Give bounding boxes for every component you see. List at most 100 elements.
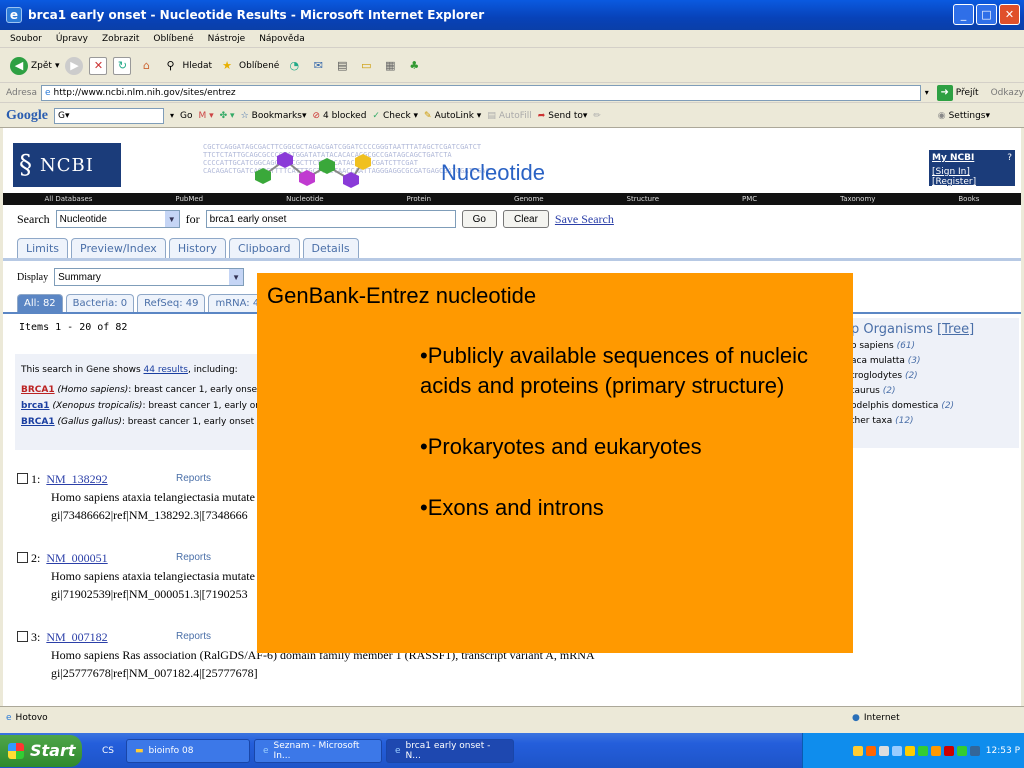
refresh-icon[interactable]: ↻ <box>113 56 132 75</box>
sendto-button[interactable]: ➦ Send to▾ <box>538 111 588 121</box>
clear-button[interactable]: Clear <box>503 210 549 228</box>
history-icon[interactable]: ◔ <box>285 57 303 75</box>
nav-all-databases[interactable]: All Databases <box>44 195 92 203</box>
start-button[interactable]: Start <box>0 734 82 767</box>
back-button[interactable]: ◀ Zpět ▾ <box>10 56 59 75</box>
reports-link[interactable]: Reports <box>176 470 211 488</box>
task-brca1[interactable]: e brca1 early onset - N... <box>386 738 514 763</box>
organism-row[interactable]: troglodytes (2) <box>851 369 1019 384</box>
database-select[interactable]: Nucleotide ▼ <box>55 210 180 228</box>
gmail-icon[interactable]: M ▾ <box>199 111 214 121</box>
organism-row[interactable]: taurus (2) <box>851 384 1019 399</box>
reports-link[interactable]: Reports <box>176 549 211 567</box>
help-icon[interactable]: ? <box>1007 153 1012 163</box>
google-dropdown-icon[interactable]: ▾ <box>170 111 174 120</box>
nav-nucleotide[interactable]: Nucleotide <box>286 195 324 203</box>
autolink-button[interactable]: ✎ AutoLink ▾ <box>424 111 481 121</box>
minimize-button[interactable]: _ <box>953 4 974 25</box>
menu-help[interactable]: Nápověda <box>259 34 305 44</box>
edit-icon[interactable]: ▭ <box>357 57 375 75</box>
tray-icon[interactable] <box>891 745 902 756</box>
search-button[interactable]: ⚲ Hledat <box>161 57 212 75</box>
ncbi-logo[interactable]: § NCBI <box>13 143 121 187</box>
nav-structure[interactable]: Structure <box>627 195 660 203</box>
close-button[interactable]: ✕ <box>999 4 1020 25</box>
reports-link[interactable]: Reports <box>176 628 211 646</box>
links-label[interactable]: Odkazy <box>991 88 1024 98</box>
task-bioinfo[interactable]: ▬ bioinfo 08 <box>126 738 250 763</box>
my-ncbi-link[interactable]: My NCBI <box>932 153 974 163</box>
menu-favorites[interactable]: Oblíbené <box>153 34 193 44</box>
tray-icon[interactable] <box>969 745 980 756</box>
filter-tab-all[interactable]: All: 82 <box>17 294 63 312</box>
accession-link[interactable]: NM_007182 <box>46 630 107 644</box>
organism-row[interactable]: o sapiens (61) <box>851 339 1019 354</box>
spellcheck-button[interactable]: ✓ Check ▾ <box>372 111 418 121</box>
print-icon[interactable]: ▤ <box>333 57 351 75</box>
messenger-icon[interactable]: ♣ <box>405 57 423 75</box>
nav-genome[interactable]: Genome <box>514 195 544 203</box>
tab-details[interactable]: Details <box>302 238 359 258</box>
filter-tab-refseq[interactable]: RefSeq: 49 <box>137 294 206 312</box>
popup-blocker[interactable]: ⊘ 4 blocked <box>312 111 366 121</box>
tray-icon[interactable] <box>878 745 889 756</box>
nav-taxonomy[interactable]: Taxonomy <box>840 195 875 203</box>
gene-results-link[interactable]: 44 results <box>144 365 188 375</box>
tab-limits[interactable]: Limits <box>17 238 68 258</box>
organism-row[interactable]: ther taxa (12) <box>851 414 1019 429</box>
google-search-input[interactable]: G▾ <box>54 107 164 124</box>
bookmarks-button[interactable]: ☆ Bookmarks▾ <box>241 111 307 121</box>
puzzle-icon[interactable]: ✤ ▾ <box>220 111 235 121</box>
tab-history[interactable]: History <box>168 238 226 258</box>
google-go-button[interactable]: Go <box>180 111 192 121</box>
pencil-icon[interactable]: ✏ <box>593 111 601 121</box>
search-term-input[interactable]: brca1 early onset <box>205 210 456 228</box>
maximize-button[interactable]: □ <box>976 4 997 25</box>
task-seznam[interactable]: e Seznam - Microsoft In... <box>254 738 382 763</box>
nav-pubmed[interactable]: PubMed <box>175 195 203 203</box>
accession-link[interactable]: NM_138292 <box>46 472 107 486</box>
go-button[interactable]: ➜ Přejít <box>936 84 979 101</box>
nav-pmc[interactable]: PMC <box>742 195 757 203</box>
result-checkbox[interactable] <box>17 631 28 642</box>
search-go-button[interactable]: Go <box>461 210 497 228</box>
tray-icon[interactable] <box>852 745 863 756</box>
filter-tab-bacteria[interactable]: Bacteria: 0 <box>65 294 135 312</box>
favorites-button[interactable]: ★ Oblíbené <box>218 57 279 75</box>
stop-icon[interactable]: ✕ <box>89 56 108 75</box>
menu-tools[interactable]: Nástroje <box>208 34 246 44</box>
menu-view[interactable]: Zobrazit <box>102 34 139 44</box>
tray-icon[interactable] <box>930 745 941 756</box>
tray-icon[interactable] <box>904 745 915 756</box>
gene-link[interactable]: BRCA1 <box>21 417 55 427</box>
tab-clipboard[interactable]: Clipboard <box>228 238 300 258</box>
tree-link[interactable]: [Tree] <box>937 322 974 337</box>
organism-row[interactable]: aca mulatta (3) <box>851 354 1019 369</box>
discuss-icon[interactable]: ▦ <box>381 57 399 75</box>
sign-in-link[interactable]: [Sign In] <box>932 167 970 177</box>
result-checkbox[interactable] <box>17 552 28 563</box>
tray-icon[interactable] <box>917 745 928 756</box>
gene-link[interactable]: brca1 <box>21 401 50 411</box>
home-icon[interactable]: ⌂ <box>137 57 155 75</box>
mail-icon[interactable]: ✉ <box>309 57 327 75</box>
result-checkbox[interactable] <box>17 473 28 484</box>
quicklaunch-cs[interactable]: CS <box>94 739 122 763</box>
accession-link[interactable]: NM_000051 <box>46 551 107 565</box>
nav-books[interactable]: Books <box>958 195 979 203</box>
menu-file[interactable]: Soubor <box>10 34 42 44</box>
settings-button[interactable]: ◉ Settings▾ <box>938 111 990 121</box>
autofill-button[interactable]: ▤ AutoFill <box>487 111 531 121</box>
gene-link[interactable]: BRCA1 <box>21 385 55 395</box>
save-search-link[interactable]: Save Search <box>555 212 614 227</box>
address-dropdown-icon[interactable]: ▾ <box>925 88 929 97</box>
organism-row[interactable]: odelphis domestica (2) <box>851 399 1019 414</box>
forward-arrow-icon[interactable]: ▶ <box>65 56 84 75</box>
tab-preview-index[interactable]: Preview/Index <box>71 238 166 258</box>
nav-protein[interactable]: Protein <box>407 195 432 203</box>
tray-icon[interactable] <box>956 745 967 756</box>
display-format-select[interactable]: Summary ▼ <box>54 268 245 286</box>
address-input[interactable]: e http://www.ncbi.nlm.nih.gov/sites/entr… <box>40 84 921 101</box>
register-link[interactable]: [Register] <box>932 177 976 187</box>
tray-icon[interactable] <box>943 745 954 756</box>
